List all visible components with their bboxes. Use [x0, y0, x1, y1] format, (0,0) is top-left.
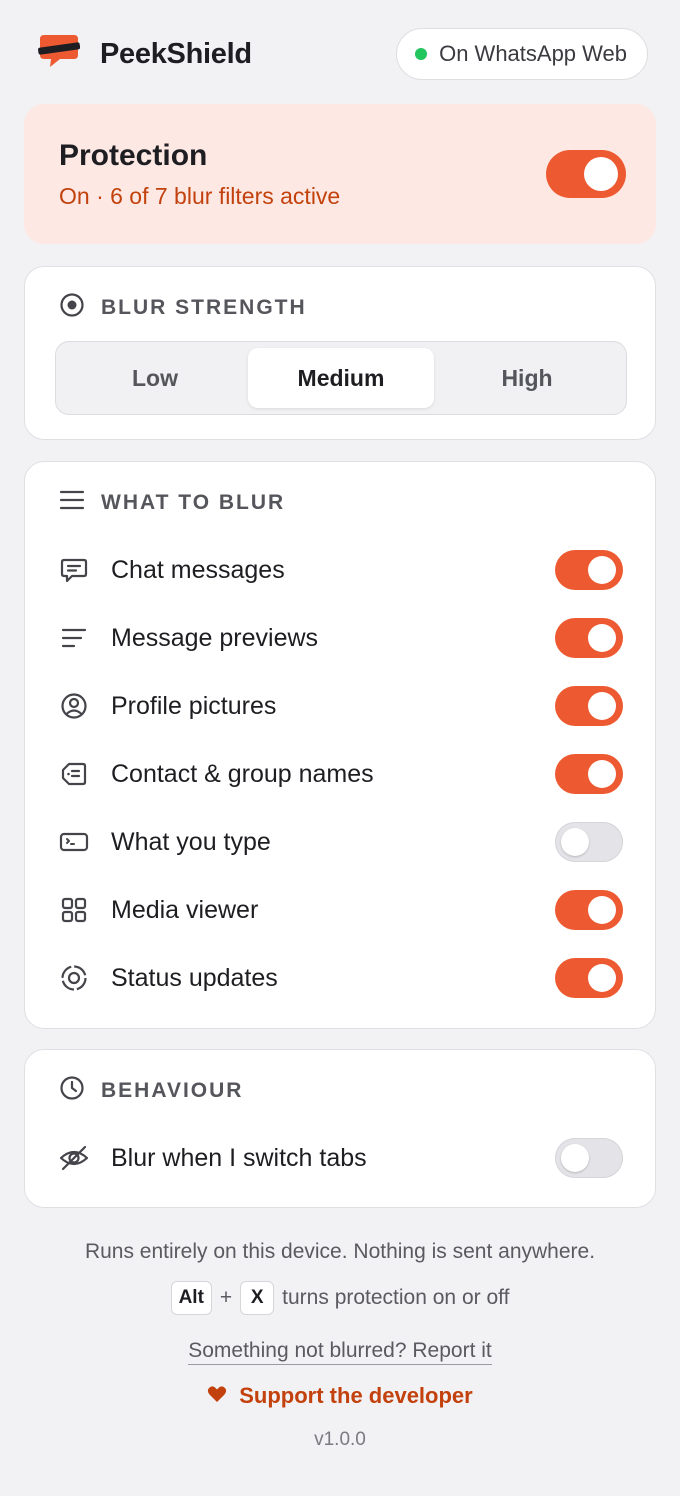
- shortcut-key-x: X: [240, 1281, 275, 1315]
- text-lines-icon: [59, 623, 89, 653]
- user-circle-icon: [59, 691, 89, 721]
- blur-item-profile-pictures: Profile pictures: [59, 684, 623, 728]
- header: PeekShield On WhatsApp Web: [24, 24, 648, 84]
- message-previews-toggle[interactable]: [555, 618, 623, 658]
- app-name: PeekShield: [100, 37, 252, 70]
- report-link-row: Something not blurred? Report it: [0, 1339, 680, 1365]
- status-updates-toggle[interactable]: [555, 958, 623, 998]
- target-icon: [59, 292, 85, 324]
- blur-on-tab-switch-toggle[interactable]: [555, 1138, 623, 1178]
- shortcut-plus: +: [219, 1286, 233, 1309]
- support-link[interactable]: Support the developer: [0, 1383, 680, 1409]
- protection-title: Protection: [59, 138, 208, 172]
- behaviour-heading: BEHAVIOUR: [25, 1076, 243, 1106]
- clock-icon: [59, 1075, 85, 1107]
- behaviour-item-blur-on-tab-switch: Blur when I switch tabs: [59, 1136, 623, 1180]
- protection-toggle[interactable]: [546, 150, 626, 198]
- media-viewer-toggle[interactable]: [555, 890, 623, 930]
- shortcut-hint: Alt + X turns protection on or off: [0, 1281, 680, 1315]
- blur-item-label: Media viewer: [111, 895, 259, 924]
- protection-subtitle: On · 6 of 7 blur filters active: [59, 182, 341, 209]
- blur-item-contact-group-names: Contact & group names: [59, 752, 623, 796]
- blur-item-label: What you type: [111, 827, 271, 856]
- blur-strength-card: BLUR STRENGTH Low Medium High: [24, 266, 656, 440]
- blur-strength-high[interactable]: High: [434, 348, 620, 408]
- blur-item-message-previews: Message previews: [59, 616, 623, 660]
- chat-bubble-icon: [59, 555, 89, 585]
- blur-item-label: Contact & group names: [111, 759, 374, 788]
- peekshield-logo-icon: [38, 33, 81, 76]
- blur-strength-medium[interactable]: Medium: [248, 348, 434, 408]
- shortcut-key-alt: Alt: [170, 1281, 212, 1315]
- privacy-note: Runs entirely on this device. Nothing is…: [84, 1240, 596, 1263]
- what-to-blur-heading-text: WHAT TO BLUR: [101, 491, 286, 514]
- behaviour-item-label: Blur when I switch tabs: [111, 1143, 367, 1172]
- blur-item-label: Profile pictures: [111, 691, 277, 720]
- brand: PeekShield: [24, 33, 252, 76]
- support-link-label: Support the developer: [239, 1383, 473, 1408]
- what-to-blur-card: WHAT TO BLUR Chat messages Message previ…: [24, 461, 656, 1029]
- what-to-blur-heading: WHAT TO BLUR: [25, 488, 285, 518]
- version-label: v1.0.0: [314, 1429, 366, 1450]
- eye-off-icon: [59, 1143, 89, 1173]
- blur-strength-selector: Low Medium High: [55, 341, 627, 415]
- text-input-icon: [59, 827, 89, 857]
- blur-item-label: Chat messages: [111, 555, 285, 584]
- chat-messages-toggle[interactable]: [555, 550, 623, 590]
- status-label: On WhatsApp Web: [439, 41, 627, 66]
- blur-strength-heading: BLUR STRENGTH: [25, 293, 307, 323]
- grid-icon: [59, 895, 89, 925]
- blur-item-label: Status updates: [111, 963, 278, 992]
- status-ring-icon: [59, 963, 89, 993]
- blur-strength-heading-text: BLUR STRENGTH: [101, 296, 307, 319]
- behaviour-heading-text: BEHAVIOUR: [101, 1079, 244, 1102]
- heart-icon: [207, 1383, 227, 1409]
- site-status-badge: On WhatsApp Web: [396, 28, 648, 80]
- status-dot-icon: [415, 48, 428, 60]
- menu-lines-icon: [59, 489, 85, 517]
- blur-item-media-viewer: Media viewer: [59, 888, 623, 932]
- profile-pictures-toggle[interactable]: [555, 686, 623, 726]
- what-you-type-toggle[interactable]: [555, 822, 623, 862]
- blur-item-what-you-type: What you type: [59, 820, 623, 864]
- protection-card: Protection On · 6 of 7 blur filters acti…: [24, 104, 656, 244]
- blur-strength-low[interactable]: Low: [62, 348, 248, 408]
- report-link[interactable]: Something not blurred? Report it: [188, 1339, 492, 1365]
- blur-item-status-updates: Status updates: [59, 956, 623, 1000]
- contact-group-names-toggle[interactable]: [555, 754, 623, 794]
- shortcut-text: turns protection on or off: [282, 1286, 510, 1309]
- blur-item-chat-messages: Chat messages: [59, 548, 623, 592]
- contact-tag-icon: [59, 759, 89, 789]
- behaviour-card: BEHAVIOUR Blur when I switch tabs: [24, 1049, 656, 1208]
- blur-item-label: Message previews: [111, 623, 319, 652]
